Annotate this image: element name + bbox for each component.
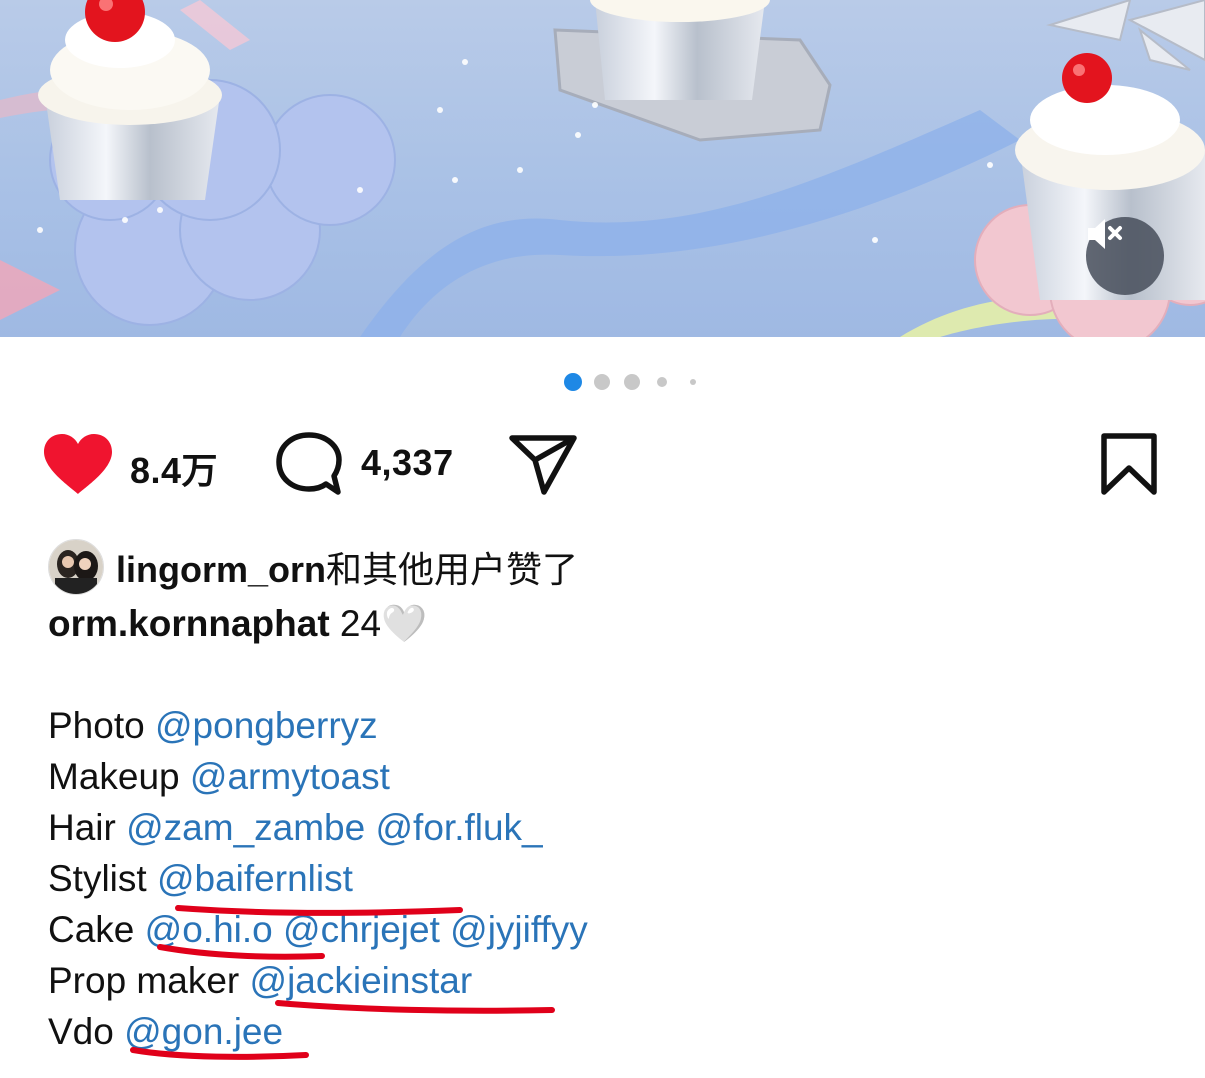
avatar[interactable] — [48, 539, 104, 595]
credit-line: Vdo @gon.jee — [48, 1006, 1188, 1057]
mention-link[interactable]: @chrjejet — [283, 909, 440, 950]
credit-label: Vdo — [48, 1011, 114, 1052]
paper-plane-icon — [509, 435, 577, 495]
post-action-bar: 8.4万 4,337 — [0, 430, 1205, 500]
bookmark-icon — [1101, 433, 1157, 495]
liked-by-username[interactable]: lingorm_orn — [116, 549, 326, 590]
credit-line: Makeup @armytoast — [48, 751, 1188, 802]
credit-line: Stylist @baifernlist — [48, 853, 1188, 904]
mention-link[interactable]: @pongberryz — [155, 705, 378, 746]
mention-link[interactable]: @armytoast — [190, 756, 390, 797]
credit-line: Cake @o.hi.o @chrjejet @jyjiffyy — [48, 904, 1188, 955]
credit-label: Stylist — [48, 858, 147, 899]
speaker-muted-icon — [1088, 219, 1122, 249]
heart-filled-icon — [44, 434, 112, 494]
post-caption: orm.kornnaphat 24🤍 Photo @pongberryz Make… — [48, 598, 1188, 1057]
mention-link[interactable]: @baifernlist — [157, 858, 353, 899]
carousel-dot — [690, 379, 696, 385]
liked-by-row: lingorm_orn和其他用户赞了 — [48, 539, 578, 595]
post-media[interactable] — [0, 0, 1205, 337]
caption-header: orm.kornnaphat 24🤍 — [48, 598, 1188, 649]
carousel-dot-active — [564, 373, 582, 391]
mention-link[interactable]: @for.fluk_ — [376, 807, 543, 848]
carousel-dot — [657, 377, 667, 387]
mention-link[interactable]: @zam_zambe — [126, 807, 365, 848]
like-button[interactable] — [42, 432, 114, 501]
credit-label: Cake — [48, 909, 145, 950]
mention-link[interactable]: @o.hi.o — [145, 909, 273, 950]
credit-line: Hair @zam_zambe @for.fluk_ — [48, 802, 1188, 853]
likes-count[interactable]: 8.4万 — [130, 442, 218, 494]
credits-list: Photo @pongberryz Makeup @armytoast Hair @… — [48, 700, 1188, 1057]
credit-label: Makeup — [48, 756, 180, 797]
mention-link[interactable]: @gon.jee — [124, 1011, 283, 1052]
credit-label: Prop maker — [48, 960, 240, 1001]
comment-button[interactable] — [276, 432, 342, 501]
mention-link[interactable]: @jyjiffyy — [450, 909, 588, 950]
mute-button[interactable] — [1086, 217, 1164, 295]
liked-by-suffix[interactable]: 和其他用户赞了 — [326, 549, 578, 590]
comments-count[interactable]: 4,337 — [361, 442, 454, 484]
carousel-dot — [594, 374, 610, 390]
caption-author[interactable]: orm.kornnaphat — [48, 603, 330, 644]
post-photo — [0, 0, 1205, 337]
speech-bubble-icon — [276, 432, 342, 495]
credit-label: Hair — [48, 807, 116, 848]
save-button[interactable] — [1099, 432, 1159, 501]
mention-link[interactable]: @jackieinstar — [250, 960, 473, 1001]
share-button[interactable] — [508, 432, 578, 501]
carousel-dot — [624, 374, 640, 390]
caption-text: 24🤍 — [339, 603, 428, 644]
carousel-indicator — [0, 373, 1205, 391]
credit-line: Photo @pongberryz — [48, 700, 1188, 751]
credit-label: Photo — [48, 705, 145, 746]
credit-line: Prop maker @jackieinstar — [48, 955, 1188, 1006]
